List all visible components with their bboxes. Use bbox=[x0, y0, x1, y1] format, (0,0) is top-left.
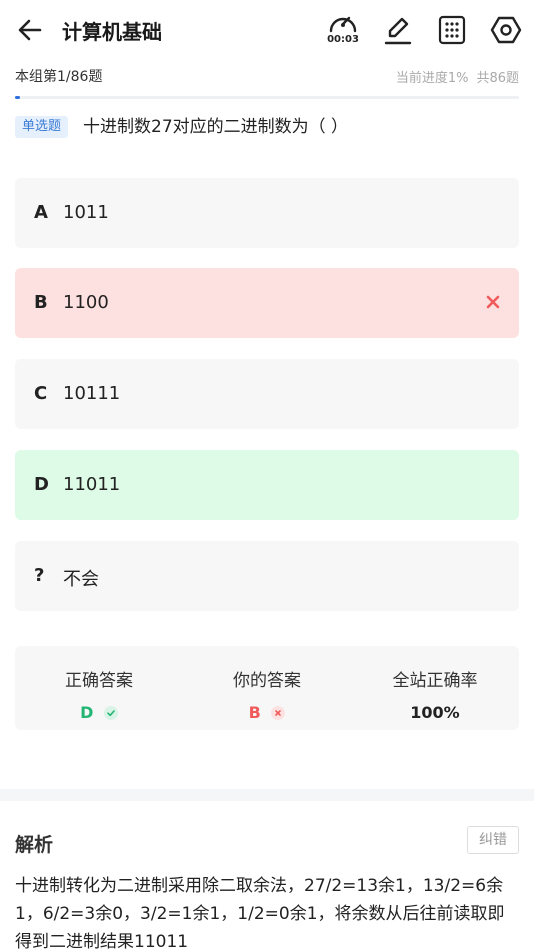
edit-icon[interactable] bbox=[382, 12, 414, 48]
timer-readout: 00:03 bbox=[327, 34, 359, 45]
correct-answer-col: 正确答案 D bbox=[15, 646, 183, 730]
option-d[interactable]: D 11011 bbox=[15, 450, 519, 520]
report-error-button[interactable]: 纠错 bbox=[467, 826, 519, 854]
back-arrow-icon[interactable] bbox=[14, 14, 46, 46]
option-text: 不会 bbox=[63, 569, 99, 590]
current-progress: 当前进度1% bbox=[395, 71, 469, 86]
stopwatch-icon bbox=[329, 16, 357, 33]
option-c[interactable]: C 10111 bbox=[15, 359, 519, 429]
question-type-badge: 单选题 bbox=[15, 116, 69, 138]
option-text: 11011 bbox=[63, 474, 121, 495]
site-accuracy-label: 全站正确率 bbox=[392, 671, 478, 691]
correct-answer-label: 正确答案 bbox=[65, 671, 133, 691]
analysis-title: 解析 bbox=[15, 834, 54, 856]
section-divider bbox=[0, 789, 534, 801]
your-answer-label: 你的答案 bbox=[233, 671, 301, 691]
answer-sheet-icon[interactable] bbox=[436, 12, 468, 48]
site-accuracy-col: 全站正确率 100% bbox=[351, 646, 519, 730]
option-letter: C bbox=[34, 383, 48, 404]
question: 单选题 十进制数27对应的二进制数为（ ） bbox=[15, 116, 519, 142]
progress-row: 本组第1/86题 当前进度1% 共86题 bbox=[15, 66, 519, 86]
group-position: 本组第1/86题 bbox=[15, 69, 103, 85]
option-letter: ? bbox=[34, 565, 45, 586]
total-count: 共86题 bbox=[476, 71, 519, 86]
your-answer-value: B bbox=[248, 703, 261, 722]
wrong-x-icon bbox=[485, 294, 501, 310]
cross-icon bbox=[271, 705, 286, 720]
question-text: 十进制数27对应的二进制数为（ ） bbox=[83, 117, 349, 137]
top-bar: 计算机基础 00:03 bbox=[0, 0, 534, 60]
site-accuracy-value: 100% bbox=[410, 703, 460, 722]
option-letter: B bbox=[34, 292, 48, 313]
check-icon bbox=[103, 705, 118, 720]
answer-summary: 正确答案 D 你的答案 B 全站正确率 100% bbox=[15, 646, 519, 730]
option-a[interactable]: A 1011 bbox=[15, 178, 519, 248]
analysis-text: 十进制转化为二进制采用除二取余法，27/2=13余1，13/2=6余1，6/2=… bbox=[15, 876, 505, 950]
progress-bar-fill bbox=[15, 96, 21, 99]
option-unknown[interactable]: ? 不会 bbox=[15, 541, 519, 611]
settings-hexagon-icon[interactable] bbox=[490, 12, 522, 48]
option-b[interactable]: B 1100 bbox=[15, 268, 519, 338]
option-text: 1011 bbox=[63, 202, 109, 223]
your-answer-col: 你的答案 B bbox=[183, 646, 351, 730]
option-letter: A bbox=[34, 202, 48, 223]
progress-bar bbox=[15, 96, 519, 99]
progress-info: 当前进度1% 共86题 bbox=[388, 67, 519, 86]
correct-answer-value: D bbox=[80, 703, 94, 722]
page-title: 计算机基础 bbox=[62, 20, 162, 44]
option-letter: D bbox=[34, 474, 49, 495]
option-text: 1100 bbox=[63, 292, 109, 313]
timer-button[interactable]: 00:03 bbox=[326, 12, 359, 48]
option-text: 10111 bbox=[63, 383, 121, 404]
